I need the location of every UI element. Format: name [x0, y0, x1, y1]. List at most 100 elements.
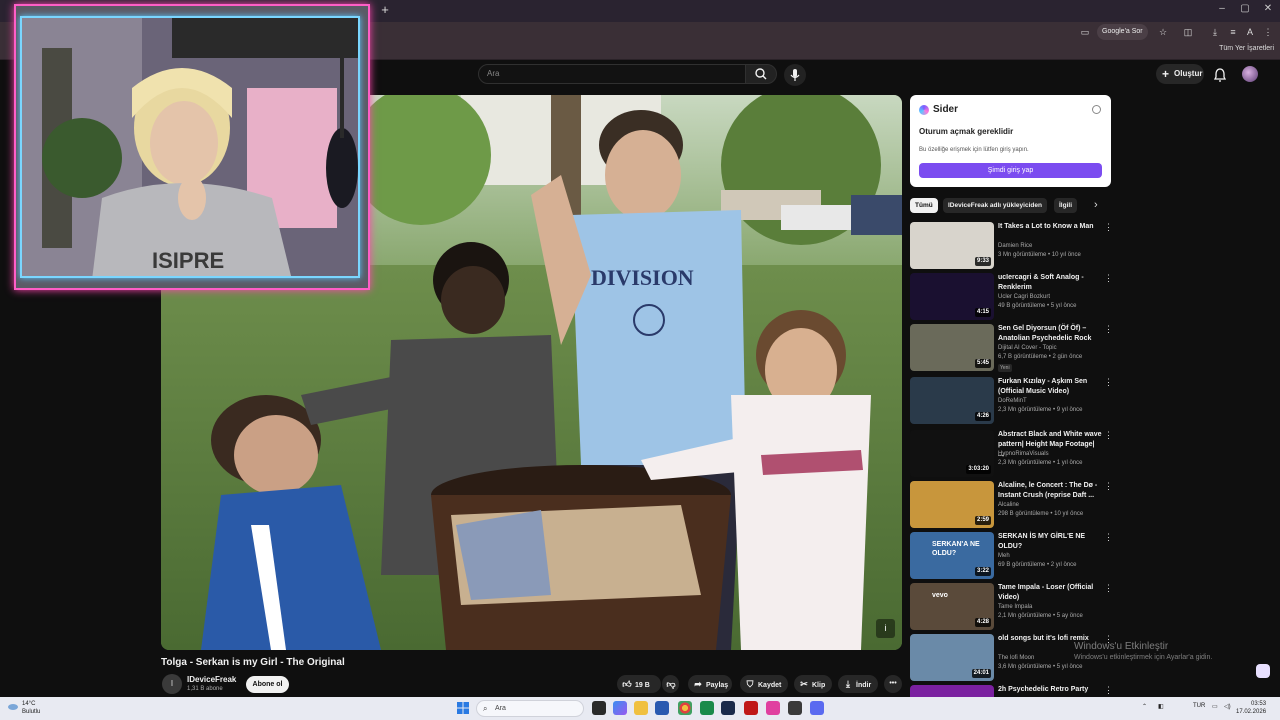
- google-ask-chip[interactable]: Google'a Sor: [1097, 24, 1148, 40]
- clip-button[interactable]: ✂ Klip: [794, 675, 832, 693]
- recommendation-title[interactable]: Tame Impala - Loser (Official Video): [998, 583, 1102, 603]
- share-button[interactable]: ➦ Paylaş: [688, 675, 732, 693]
- download-icon[interactable]: ⤓: [1208, 25, 1222, 39]
- discord-icon[interactable]: [810, 701, 824, 715]
- recommendation-channel[interactable]: Meh: [998, 553, 1010, 559]
- recommendation-thumbnail[interactable]: 5:45: [910, 324, 994, 371]
- recommendation-thumbnail[interactable]: 4:15: [910, 273, 994, 320]
- extensions-icon[interactable]: ◫: [1181, 25, 1195, 39]
- download-button[interactable]: ⤓ İndir: [838, 675, 878, 693]
- kebab-menu-icon[interactable]: ⋮: [1104, 532, 1113, 543]
- close-window-button[interactable]: ✕: [1258, 3, 1278, 14]
- kebab-menu-icon[interactable]: ⋮: [1104, 324, 1113, 335]
- kebab-menu-icon[interactable]: ⋮: [1104, 273, 1113, 284]
- recommendation-item[interactable]: 4:15 ucIercagri & Soft Analog - Renklerim…: [910, 273, 1115, 321]
- recommendation-thumbnail[interactable]: 24:01: [910, 634, 994, 681]
- menu-icon[interactable]: ⋮: [1261, 25, 1275, 39]
- notifications-bell-icon[interactable]: [1212, 67, 1228, 83]
- file-explorer-icon[interactable]: [634, 701, 648, 715]
- recommendation-channel[interactable]: Ucler Cagri Bozkurt: [998, 294, 1050, 300]
- like-button[interactable]: 👍︎ 19 B: [617, 675, 661, 693]
- recommendation-item[interactable]: 4:26 Furkan Kızılay - Aşkım Sen (Official…: [910, 377, 1115, 425]
- save-button[interactable]: ⛉ Kaydet: [740, 675, 788, 693]
- kebab-menu-icon[interactable]: ⋮: [1104, 685, 1113, 696]
- recommendation-title[interactable]: Furkan Kızılay - Aşkım Sen (Official Mus…: [998, 377, 1102, 397]
- app-red-icon[interactable]: [744, 701, 758, 715]
- recommendation-title[interactable]: SERKAN İS MY GİRL'E NE OLDU?: [998, 532, 1102, 552]
- recommendation-thumbnail[interactable]: 9:33: [910, 222, 994, 269]
- subscribe-button[interactable]: Abone ol: [246, 676, 289, 693]
- tray-chevron-icon[interactable]: ⌃: [1142, 703, 1147, 710]
- chip-all[interactable]: Tümü: [910, 198, 938, 213]
- kebab-menu-icon[interactable]: ⋮: [1104, 481, 1113, 492]
- clock[interactable]: 03:53 17.02.2026: [1236, 700, 1266, 716]
- recommendation-channel[interactable]: Tame Impala: [998, 604, 1032, 610]
- recommendation-channel[interactable]: Damien Rice: [998, 243, 1032, 249]
- minimize-button[interactable]: –: [1212, 3, 1232, 14]
- search-input[interactable]: Ara: [478, 64, 746, 84]
- more-actions-button[interactable]: •••: [884, 675, 902, 693]
- video-info-button[interactable]: i: [876, 619, 895, 638]
- copilot-icon[interactable]: [613, 701, 627, 715]
- app-pink-icon[interactable]: [766, 701, 780, 715]
- recommendation-item[interactable]: 9:33 It Takes a Lot to Know a Man Damien R…: [910, 222, 1115, 270]
- app-dark-icon[interactable]: [788, 701, 802, 715]
- recommendation-channel[interactable]: DoReMinT: [998, 398, 1027, 404]
- recommendation-title[interactable]: 2h Psychedelic Retro Party: [998, 685, 1102, 695]
- create-button[interactable]: + Oluştur: [1156, 64, 1204, 84]
- kebab-menu-icon[interactable]: ⋮: [1104, 222, 1113, 233]
- volume-icon[interactable]: ◁): [1224, 703, 1231, 710]
- recommendation-title[interactable]: Alcaline, le Concert : The Dø - Instant …: [998, 481, 1102, 501]
- recommendation-title[interactable]: Sen Gel Diyorsun (Öf Öf) – Anatolian Psy…: [998, 324, 1102, 344]
- channel-avatar[interactable]: I: [162, 674, 182, 694]
- bookmark-star-icon[interactable]: ☆: [1156, 25, 1170, 39]
- recommendation-channel[interactable]: The lofi Moon: [998, 655, 1034, 661]
- voice-search-button[interactable]: [784, 64, 806, 86]
- taskbar-search-input[interactable]: ⌕ Ara: [476, 700, 584, 717]
- recommendation-thumbnail[interactable]: 3:03:20: [910, 430, 994, 477]
- recommendation-channel[interactable]: Alcaline: [998, 502, 1019, 508]
- xbox-icon[interactable]: [700, 701, 714, 715]
- channel-name[interactable]: IDeviceFreak: [187, 675, 236, 684]
- weather-widget[interactable]: 14°C Bulutlu: [8, 700, 40, 716]
- windows-start-icon[interactable]: [457, 702, 469, 714]
- recommendation-item[interactable]: 3:03:20 Abstract Black and White wave pat…: [910, 430, 1115, 478]
- recommendation-channel[interactable]: Dijital AI Cover - Topic: [998, 345, 1057, 351]
- sider-login-button[interactable]: Şimdi giriş yap: [919, 163, 1102, 178]
- chip-related[interactable]: İlgili: [1054, 198, 1077, 213]
- recommendation-item[interactable]: 5:45 Sen Gel Diyorsun (Öf Öf) – Anatolian…: [910, 324, 1115, 372]
- chevron-right-icon[interactable]: ›: [1094, 199, 1098, 211]
- sider-floating-button[interactable]: [1256, 664, 1270, 678]
- recommendation-thumbnail[interactable]: 4:26: [910, 377, 994, 424]
- kebab-menu-icon[interactable]: ⋮: [1104, 430, 1113, 441]
- recommendation-item[interactable]: SERKAN'A NE OLDU? 3:22 SERKAN İS MY GİRL'E…: [910, 532, 1115, 580]
- search-button[interactable]: [745, 64, 777, 84]
- recommendation-thumbnail[interactable]: 2:59: [910, 481, 994, 528]
- task-view-icon[interactable]: [592, 701, 606, 715]
- chip-from-uploader[interactable]: IDeviceFreak adlı yükleyiciden: [943, 198, 1047, 213]
- recommendation-channel[interactable]: HypnoRimaVisuals: [998, 451, 1049, 457]
- recommendation-title[interactable]: It Takes a Lot to Know a Man: [998, 222, 1102, 232]
- settings-icon[interactable]: [1092, 105, 1101, 114]
- recommendation-item[interactable]: vevo 4:28 Tame Impala - Loser (Official Vi…: [910, 583, 1115, 631]
- kebab-menu-icon[interactable]: ⋮: [1104, 377, 1113, 388]
- new-tab-button[interactable]: +: [378, 3, 392, 17]
- dislike-button[interactable]: 👎︎: [662, 675, 679, 693]
- user-avatar[interactable]: [1242, 66, 1258, 82]
- recommendation-thumbnail[interactable]: SERKAN'A NE OLDU? 3:22: [910, 532, 994, 579]
- cast-icon[interactable]: ▭: [1078, 25, 1092, 39]
- tab-search-icon[interactable]: ≡: [1226, 25, 1240, 39]
- chrome-icon[interactable]: [678, 701, 692, 715]
- all-bookmarks-link[interactable]: Tüm Yer İşaretleri: [1219, 45, 1274, 52]
- network-icon[interactable]: ▭: [1212, 703, 1218, 710]
- tray-app-icon[interactable]: ◧: [1158, 703, 1164, 710]
- recommendation-thumbnail[interactable]: vevo 4:28: [910, 583, 994, 630]
- store-icon[interactable]: [655, 701, 669, 715]
- recommendation-item[interactable]: 2:59 Alcaline, le Concert : The Dø - Inst…: [910, 481, 1115, 529]
- maximize-button[interactable]: ▢: [1235, 3, 1255, 14]
- kebab-menu-icon[interactable]: ⋮: [1104, 583, 1113, 594]
- recommendation-title[interactable]: ucIercagri & Soft Analog - Renklerim: [998, 273, 1102, 293]
- steam-icon[interactable]: [721, 701, 735, 715]
- profile-icon[interactable]: A: [1243, 25, 1257, 39]
- language-indicator[interactable]: TUR: [1193, 703, 1205, 709]
